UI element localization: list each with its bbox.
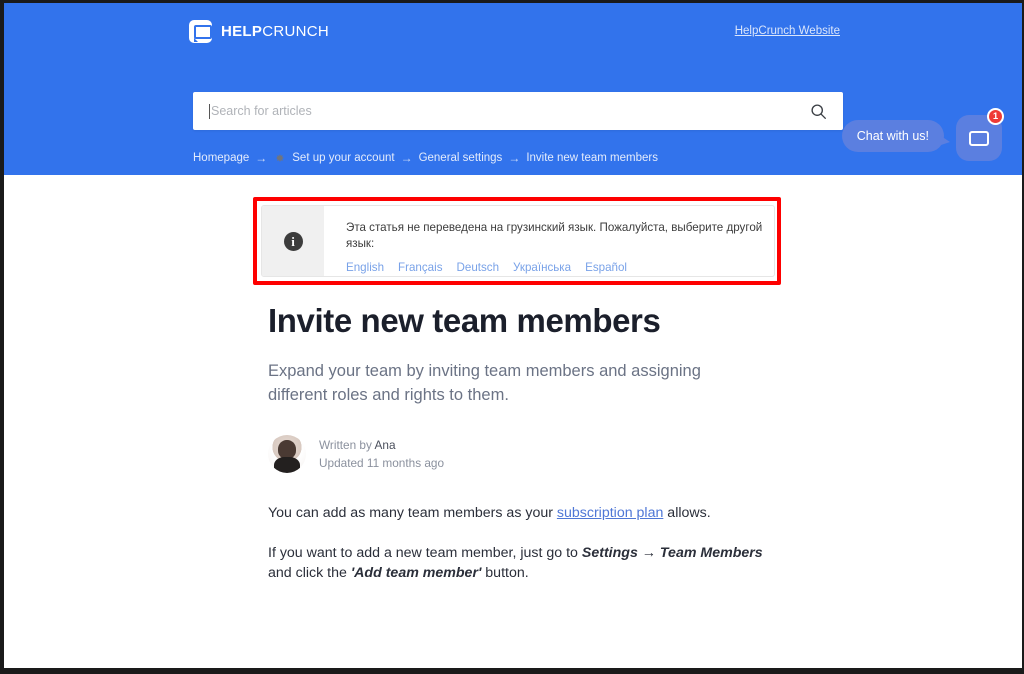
breadcrumb-separator: → (255, 151, 268, 165)
chat-unread-badge: 1 (987, 108, 1004, 125)
p2-strong-settings-path: Settings → Team Members (581, 544, 763, 561)
author-name: Ana (374, 437, 396, 452)
search-caret (209, 103, 210, 119)
page-title: Invite new team members (268, 302, 661, 339)
written-by: Written by Ana (319, 436, 444, 454)
chat-icon (969, 130, 989, 146)
info-icon: i (283, 231, 303, 251)
byline-text: Written by Ana Updated 11 months ago (319, 436, 444, 473)
page-root: HELPCRUNCH HelpCrunch Website Search for… (0, 0, 1024, 674)
byline: Written by Ana Updated 11 months ago (268, 435, 768, 474)
p2-strong-button-name: 'Add team member' (350, 565, 482, 582)
language-link-deutsch[interactable]: Deutsch (457, 261, 500, 274)
breadcrumb-separator-3: → (508, 151, 521, 165)
language-link-ukrainska[interactable]: Українська (513, 261, 571, 274)
notice-icon-cell: i (262, 206, 324, 276)
updated-time: Updated 11 months ago (319, 456, 445, 471)
site-logo[interactable]: HELPCRUNCH (189, 20, 329, 43)
notice-body: Эта статья не переведена на грузинский я… (324, 206, 774, 276)
chat-prompt-bubble[interactable]: Chat with us! (841, 120, 951, 152)
language-link-espanol[interactable]: Español (585, 261, 627, 274)
subscription-plan-link[interactable]: subscription plan (557, 505, 663, 521)
author-avatar (268, 435, 306, 474)
logo-text: HELPCRUNCH (221, 23, 329, 40)
article: Invite new team members Expand your team… (268, 302, 768, 603)
search-input[interactable]: Search for articles (193, 92, 843, 130)
breadcrumb-separator-2: → (400, 151, 413, 165)
notice-message: Эта статья не переведена на грузинский я… (346, 221, 763, 251)
translation-notice-highlight: i Эта статья не переведена на грузинский… (253, 197, 781, 285)
p1-before: You can add as many team members as your (268, 505, 557, 522)
helpcrunch-chat-logo-icon (189, 20, 212, 43)
p1-after: allows. (663, 505, 711, 522)
breadcrumb-item-current: Invite new team members (526, 152, 658, 164)
logo-text-light: CRUNCH (262, 23, 330, 40)
p2-before: If you want to add a new team member, ju… (268, 544, 582, 561)
breadcrumb-item-general-settings[interactable]: General settings (419, 152, 503, 164)
notice-language-links: English Français Deutsch Українська Espa… (346, 261, 774, 274)
search-placeholder: Search for articles (211, 104, 312, 118)
p2-after: button. (481, 565, 529, 582)
breadcrumb-item-set-up-your-account[interactable]: Set up your account (292, 152, 394, 164)
language-link-francais[interactable]: Français (398, 261, 442, 274)
logo-text-bold: HELP (221, 23, 263, 40)
paragraph-1: You can add as many team members as your… (268, 503, 768, 524)
p2-middle: and click the (268, 565, 351, 582)
paragraph-2: If you want to add a new team member, ju… (268, 543, 768, 584)
helpcrunch-website-link[interactable]: HelpCrunch Website (735, 25, 840, 37)
breadcrumb-item-homepage[interactable]: Homepage (193, 152, 249, 164)
breadcrumb: Homepage → Set up your account → General… (193, 151, 658, 165)
article-body: You can add as many team members as your… (268, 503, 768, 584)
language-link-english[interactable]: English (346, 261, 384, 274)
search-icon[interactable] (810, 103, 827, 120)
translation-notice: i Эта статья не переведена на грузинский… (261, 205, 775, 277)
article-lede: Expand your team by inviting team member… (268, 362, 701, 405)
gear-icon (273, 152, 285, 164)
written-by-prefix: Written by (319, 437, 375, 452)
